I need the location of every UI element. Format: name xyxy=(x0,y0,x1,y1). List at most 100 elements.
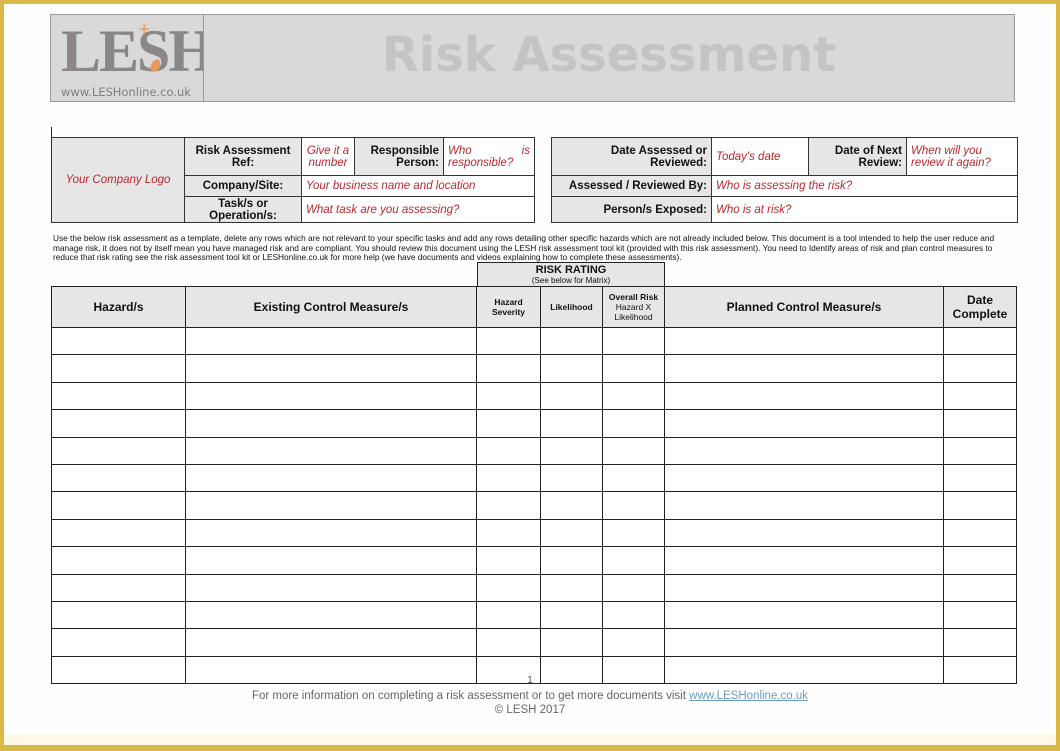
cell-hazard-severity[interactable] xyxy=(476,628,541,657)
cell-overall-risk[interactable] xyxy=(602,436,665,465)
cell-planned-controls[interactable] xyxy=(664,381,944,411)
cell-overall-risk[interactable] xyxy=(602,546,665,575)
cell-planned-controls[interactable] xyxy=(664,518,944,548)
cell-date-complete[interactable] xyxy=(943,600,1017,630)
cell-hazard[interactable] xyxy=(51,409,186,438)
cell-overall-risk[interactable] xyxy=(602,326,665,356)
cell-overall-risk[interactable] xyxy=(602,463,665,493)
cell-planned-controls[interactable] xyxy=(664,409,944,438)
cell-overall-risk[interactable] xyxy=(602,628,665,657)
cell-existing-controls[interactable] xyxy=(185,600,477,630)
cell-hazard-severity[interactable] xyxy=(476,600,541,630)
cell-hazard-severity[interactable] xyxy=(476,381,541,411)
next-review-field[interactable]: When will you review it again? xyxy=(906,137,1018,176)
cell-date-complete[interactable] xyxy=(943,326,1017,356)
cell-likelihood[interactable] xyxy=(540,546,603,575)
risk-rating-title: RISK RATING xyxy=(535,264,607,276)
cell-overall-risk[interactable] xyxy=(602,354,665,383)
cell-hazard[interactable] xyxy=(51,518,186,548)
cell-date-complete[interactable] xyxy=(943,436,1017,465)
cell-planned-controls[interactable] xyxy=(664,600,944,630)
cell-planned-controls[interactable] xyxy=(664,546,944,575)
cell-planned-controls[interactable] xyxy=(664,463,944,493)
cell-existing-controls[interactable] xyxy=(185,573,477,602)
cell-hazard[interactable] xyxy=(51,491,186,520)
cell-date-complete[interactable] xyxy=(943,381,1017,411)
cell-likelihood[interactable] xyxy=(540,354,603,383)
cell-hazard-severity[interactable] xyxy=(476,326,541,356)
cell-planned-controls[interactable] xyxy=(664,436,944,465)
task-label: Task/s or Operation/s: xyxy=(184,196,302,223)
cell-overall-risk[interactable] xyxy=(602,518,665,548)
cell-likelihood[interactable] xyxy=(540,436,603,465)
lesh-website-link[interactable]: www.LESHonline.co.uk xyxy=(689,690,808,702)
cell-existing-controls[interactable] xyxy=(185,628,477,657)
cell-existing-controls[interactable] xyxy=(185,381,477,411)
cell-hazard[interactable] xyxy=(51,628,186,657)
cell-overall-risk[interactable] xyxy=(602,491,665,520)
cell-planned-controls[interactable] xyxy=(664,491,944,520)
cell-hazard-severity[interactable] xyxy=(476,518,541,548)
cell-hazard-severity[interactable] xyxy=(476,463,541,493)
cell-date-complete[interactable] xyxy=(943,354,1017,383)
cell-hazard[interactable] xyxy=(51,546,186,575)
cell-planned-controls[interactable] xyxy=(664,573,944,602)
cell-planned-controls[interactable] xyxy=(664,354,944,383)
cell-existing-controls[interactable] xyxy=(185,409,477,438)
cell-hazard[interactable] xyxy=(51,326,186,356)
cell-date-complete[interactable] xyxy=(943,409,1017,438)
cell-hazard[interactable] xyxy=(51,436,186,465)
cell-existing-controls[interactable] xyxy=(185,354,477,383)
cell-hazard-severity[interactable] xyxy=(476,546,541,575)
company-field[interactable]: Your business name and location xyxy=(301,175,535,197)
cell-existing-controls[interactable] xyxy=(185,491,477,520)
exposed-field[interactable]: Who is at risk? xyxy=(711,196,1018,223)
cell-hazard-severity[interactable] xyxy=(476,436,541,465)
cell-overall-risk[interactable] xyxy=(602,409,665,438)
logo-wordmark: LESH xyxy=(61,18,215,84)
cell-hazard-severity[interactable] xyxy=(476,409,541,438)
cell-likelihood[interactable] xyxy=(540,381,603,411)
cell-date-complete[interactable] xyxy=(943,546,1017,575)
cell-hazard[interactable] xyxy=(51,381,186,411)
cell-hazard-severity[interactable] xyxy=(476,354,541,383)
cell-planned-controls[interactable] xyxy=(664,628,944,657)
cell-existing-controls[interactable] xyxy=(185,546,477,575)
overall-risk-title: Overall Risk xyxy=(608,292,659,302)
cell-date-complete[interactable] xyxy=(943,573,1017,602)
cell-likelihood[interactable] xyxy=(540,326,603,356)
cell-hazard-severity[interactable] xyxy=(476,573,541,602)
cell-existing-controls[interactable] xyxy=(185,436,477,465)
responsible-field[interactable]: Who is responsible? xyxy=(443,137,535,176)
cell-date-complete[interactable] xyxy=(943,463,1017,493)
cell-likelihood[interactable] xyxy=(540,628,603,657)
cell-likelihood[interactable] xyxy=(540,600,603,630)
task-field[interactable]: What task are you assessing? xyxy=(301,196,535,223)
cell-likelihood[interactable] xyxy=(540,491,603,520)
cell-overall-risk[interactable] xyxy=(602,381,665,411)
cell-existing-controls[interactable] xyxy=(185,463,477,493)
cell-likelihood[interactable] xyxy=(540,518,603,548)
cell-likelihood[interactable] xyxy=(540,409,603,438)
cell-existing-controls[interactable] xyxy=(185,518,477,548)
cell-overall-risk[interactable] xyxy=(602,573,665,602)
date-assessed-field[interactable]: Today's date xyxy=(711,137,809,176)
cell-likelihood[interactable] xyxy=(540,573,603,602)
cell-existing-controls[interactable] xyxy=(185,326,477,356)
cell-date-complete[interactable] xyxy=(943,491,1017,520)
table-row xyxy=(51,326,1017,356)
company-logo-placeholder[interactable]: Your Company Logo xyxy=(51,137,185,223)
cell-hazard[interactable] xyxy=(51,600,186,630)
cell-hazard[interactable] xyxy=(51,573,186,602)
cell-hazard[interactable] xyxy=(51,463,186,493)
cell-overall-risk[interactable] xyxy=(602,600,665,630)
cell-date-complete[interactable] xyxy=(943,628,1017,657)
ref-field[interactable]: Give it a number xyxy=(301,137,355,176)
cell-hazard-severity[interactable] xyxy=(476,491,541,520)
reviewed-by-field[interactable]: Who is assessing the risk? xyxy=(711,175,1018,197)
info-table-left: Your Company Logo Risk Assessment Ref: G… xyxy=(51,137,535,223)
cell-hazard[interactable] xyxy=(51,354,186,383)
cell-planned-controls[interactable] xyxy=(664,326,944,356)
cell-likelihood[interactable] xyxy=(540,463,603,493)
cell-date-complete[interactable] xyxy=(943,518,1017,548)
